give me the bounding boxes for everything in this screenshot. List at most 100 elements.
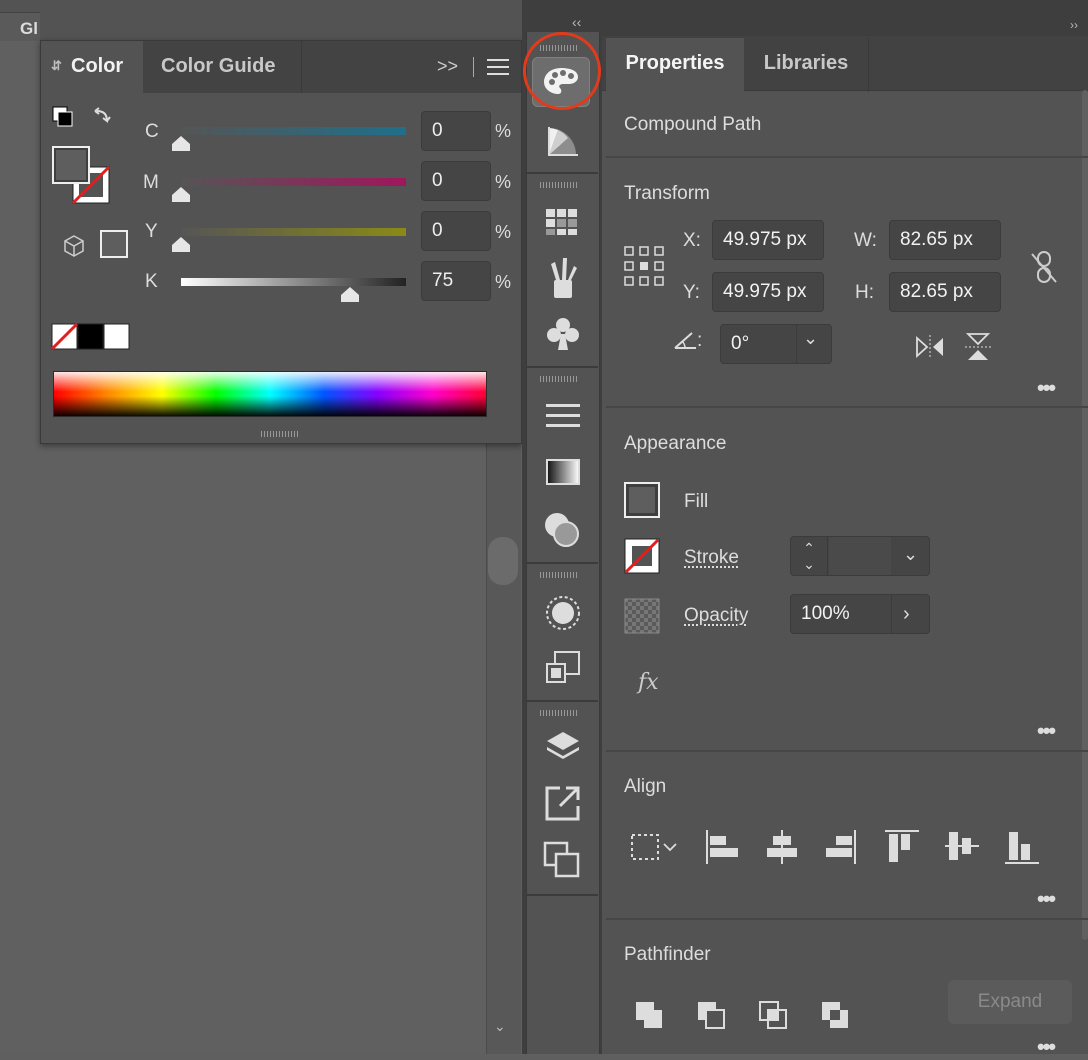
slider-m-input[interactable]: 0 [421,161,491,201]
tab-properties[interactable]: Properties [606,38,744,92]
dock-group-grip[interactable] [540,182,578,188]
web-safe-color-icon[interactable] [99,229,129,259]
stroke-weight-field[interactable]: ⌃ ⌄ ⌄ [790,536,930,576]
slider-c-label: C [145,121,159,143]
align-to-selection-icon[interactable] [630,832,682,862]
swap-colors-icon [95,108,110,121]
opacity-field[interactable]: 100% › [790,594,930,634]
dock-group-grip[interactable] [540,572,578,578]
properties-scrollbar[interactable] [1082,90,1088,940]
slider-y-input[interactable]: 0 [421,211,491,251]
brushes-icon[interactable] [546,256,580,300]
y-field[interactable]: 49.975 px [712,272,824,312]
pathfinder-minus-front-icon[interactable] [696,1000,728,1032]
tab-libraries[interactable]: Libraries [744,38,869,92]
pathfinder-intersect-icon[interactable] [758,1000,790,1032]
slider-c-input[interactable]: 0 [421,111,491,151]
panel-menu-icon[interactable] [487,59,509,80]
tab-options-chevron-icon[interactable]: ⇵ [51,41,62,91]
tab-color-guide-label: Color Guide [161,41,275,91]
panel-resize-grip[interactable] [261,431,299,437]
h-field[interactable]: 82.65 px [889,272,1001,312]
scroll-down-chevron-icon[interactable]: ⌄ [494,1018,506,1035]
dock-separator [526,894,598,896]
slider-c-track[interactable] [181,127,406,135]
stroke-icon[interactable] [545,402,581,430]
slider-m-label: M [143,172,159,194]
align-left-icon[interactable] [704,828,740,868]
appearance-more-options-icon[interactable]: ••• [1037,718,1054,744]
color-guide-icon[interactable] [546,124,580,158]
color-spectrum[interactable] [53,371,487,417]
collapse-dock-icon[interactable]: ‹‹ [572,14,581,30]
rotate-colon: : [697,330,702,352]
swatches-icon[interactable] [545,208,579,236]
slider-k-track[interactable] [181,278,406,286]
fx-icon[interactable]: fx [638,670,659,695]
align-vertical-center-icon[interactable] [944,828,980,868]
tab-color-label: Color [71,41,123,91]
dock-group-grip[interactable] [540,710,578,716]
tab-color[interactable]: ⇵ Color [41,41,143,93]
symbols-icon[interactable] [546,316,580,352]
gradient-icon[interactable] [546,458,580,486]
flip-horizontal-icon[interactable] [915,334,945,360]
slider-y-track[interactable] [181,228,406,236]
opacity-value: 100% [801,603,850,624]
dock-separator [526,562,598,564]
canvas-scroll-track[interactable] [486,440,521,1054]
opacity-label[interactable]: Opacity [684,605,748,627]
canvas-scroll-thumb[interactable] [488,537,518,585]
fill-label: Fill [684,491,708,513]
document-tab[interactable]: Gl [0,12,40,41]
align-right-icon[interactable] [824,828,860,868]
document-tab-bar [0,0,522,41]
pathfinder-exclude-icon[interactable] [820,1000,852,1032]
divider [606,750,1088,752]
stroke-swatch[interactable] [624,538,660,574]
collapse-panel-icon[interactable]: ›› [1070,18,1078,32]
stroke-stepper-icon[interactable]: ⌃ ⌄ [791,537,828,576]
layers-icon[interactable] [544,730,582,766]
expand-panel-icon[interactable]: >> [437,56,458,77]
align-horizontal-center-icon[interactable] [764,828,800,868]
pathfinder-more-options-icon[interactable]: ••• [1037,1034,1054,1060]
stroke-weight-input[interactable] [829,537,891,575]
appearance-icon[interactable] [544,594,582,632]
out-of-gamut-cube-icon[interactable] [63,234,85,258]
stroke-dropdown-chevron-icon[interactable]: ⌄ [903,536,918,573]
constrain-proportions-icon[interactable] [1030,250,1060,286]
fill-swatch[interactable] [624,482,660,518]
stroke-label[interactable]: Stroke [684,547,739,569]
pathfinder-unite-icon[interactable] [634,1000,666,1032]
expand-button[interactable]: Expand [948,980,1072,1024]
transform-title: Transform [624,183,710,205]
align-top-icon[interactable] [884,828,920,868]
color-panel-tabs: ⇵ Color Color Guide >> [41,41,521,93]
graphic-styles-icon[interactable] [544,650,582,686]
slider-c-unit: % [495,121,511,142]
reference-point-icon[interactable] [624,246,664,286]
w-field[interactable]: 82.65 px [889,220,1001,260]
x-label: X: [683,230,701,252]
pathfinder-title: Pathfinder [624,944,711,966]
x-field[interactable]: 49.975 px [712,220,824,260]
dock-separator [526,366,598,368]
tab-color-guide[interactable]: Color Guide [143,41,302,93]
slider-m-track[interactable] [181,178,406,186]
align-more-options-icon[interactable]: ••• [1037,886,1054,912]
h-label: H: [855,282,874,304]
flip-vertical-icon[interactable] [964,332,992,362]
dock-group-grip[interactable] [540,376,578,382]
artboards-icon[interactable] [542,840,582,880]
rotate-dropdown-chevron-icon[interactable]: ⌄ [803,328,818,349]
default-colors-icon [53,107,72,126]
align-bottom-icon[interactable] [1004,828,1040,868]
transform-more-options-icon[interactable]: ••• [1037,375,1054,401]
slider-k-input[interactable]: 75 [421,261,491,301]
fill-stroke-widget[interactable] [51,105,131,205]
transparency-icon[interactable] [542,510,582,550]
asset-export-icon[interactable] [544,784,582,822]
divider [606,918,1088,920]
opacity-arrow-icon[interactable]: › [903,595,910,633]
